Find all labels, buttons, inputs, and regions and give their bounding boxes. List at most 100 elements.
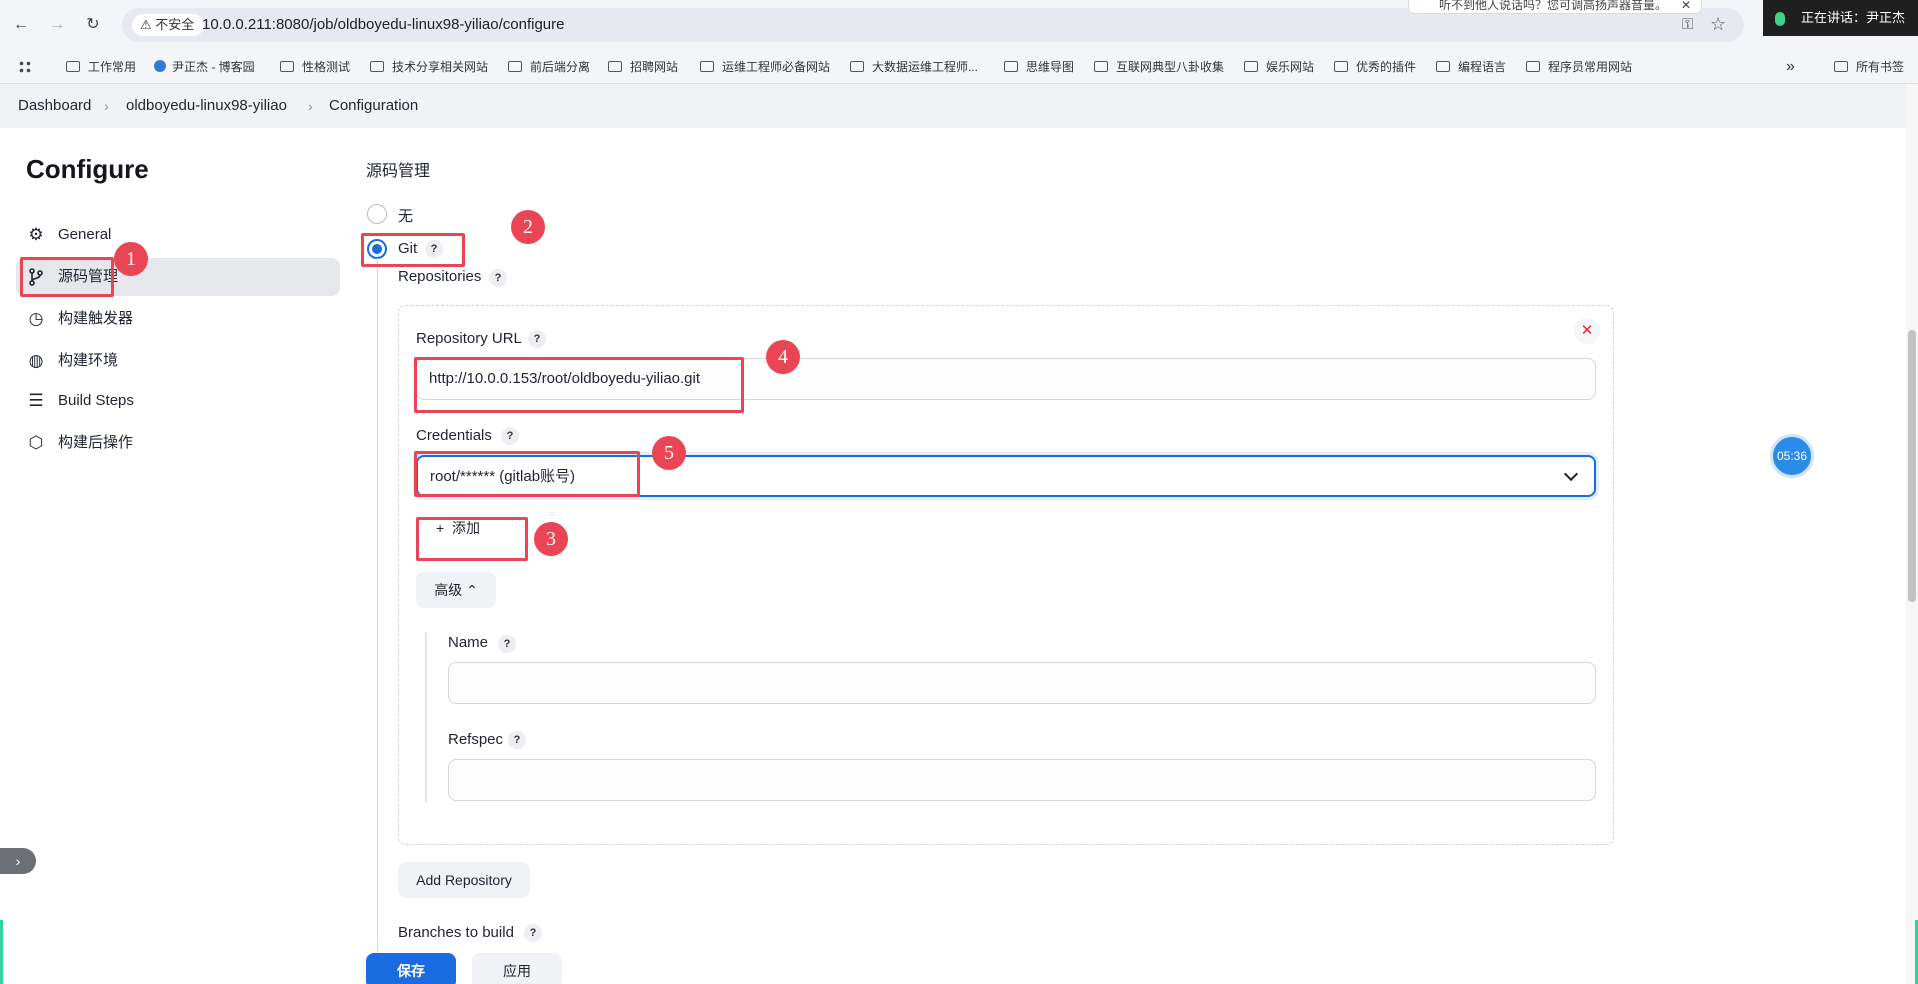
refspec-input[interactable] — [448, 759, 1596, 801]
screen-share-border — [0, 920, 3, 984]
speaker-name: 尹正杰 — [1866, 10, 1906, 25]
bookmarks-overflow-icon[interactable]: » — [1786, 50, 1795, 84]
folder-icon — [1094, 61, 1108, 72]
help-icon[interactable]: ? — [508, 731, 526, 749]
delete-repository-icon[interactable]: ✕ — [1574, 318, 1600, 344]
gear-icon: ⚙ — [28, 225, 44, 244]
chevron-up-icon: ⌃ — [466, 582, 478, 598]
help-icon[interactable]: ? — [498, 635, 516, 653]
folder-icon — [508, 61, 522, 72]
folder-icon — [66, 61, 80, 72]
bookmark-folder[interactable]: 工作常用 — [66, 50, 136, 84]
bookmark-folder[interactable]: 优秀的插件 — [1334, 50, 1416, 84]
folder-icon — [1834, 61, 1848, 72]
microphone-icon — [1775, 11, 1785, 26]
refspec-label: Refspec — [448, 731, 504, 748]
breadcrumb-configuration[interactable]: Configuration — [329, 84, 418, 128]
save-button[interactable]: 保存 — [366, 953, 456, 984]
bookmark-site[interactable]: 尹正杰 - 博客园 — [154, 50, 255, 84]
folder-icon — [1526, 61, 1540, 72]
sidebar-item-label: 构建后操作 — [58, 434, 134, 451]
advanced-guide — [425, 633, 427, 803]
help-icon[interactable]: ? — [524, 924, 542, 942]
reload-icon[interactable]: ↻ — [82, 14, 104, 36]
package-icon: ⬡ — [28, 433, 44, 452]
credentials-label: Credentials — [416, 427, 492, 444]
name-input[interactable] — [448, 662, 1596, 704]
breadcrumb-job[interactable]: oldboyedu-linux98-yiliao — [126, 84, 287, 128]
annotation-box-3 — [416, 517, 528, 561]
chevron-down-icon — [1563, 466, 1579, 482]
folder-icon — [280, 61, 294, 72]
folder-icon — [1436, 61, 1450, 72]
repository-url-label: Repository URL — [416, 330, 522, 347]
breadcrumb-separator-icon: › — [308, 98, 313, 114]
apply-button[interactable]: 应用 — [472, 953, 562, 984]
annotation-box-4 — [414, 357, 744, 413]
help-icon[interactable]: ? — [489, 269, 507, 287]
annotation-marker-1: 1 — [114, 242, 148, 276]
folder-icon — [370, 61, 384, 72]
bookmark-folder[interactable]: 技术分享相关网站 — [370, 50, 488, 84]
radio-none[interactable] — [367, 204, 387, 224]
bookmark-folder[interactable]: 大数据运维工程师... — [850, 50, 978, 84]
bookmarks-bar: 工作常用 尹正杰 - 博客园 性格测试 技术分享相关网站 前后端分离 招聘网站 … — [0, 50, 1918, 84]
breadcrumb-separator-icon: › — [104, 98, 109, 114]
bookmark-folder[interactable]: 招聘网站 — [608, 50, 678, 84]
folder-icon — [850, 61, 864, 72]
forward-icon[interactable]: → — [46, 14, 68, 36]
folder-icon — [700, 61, 714, 72]
bookmark-star-icon[interactable]: ☆ — [1710, 14, 1730, 34]
sidebar-item-triggers[interactable]: ◷ 构建触发器 — [16, 300, 340, 338]
recording-timer[interactable]: 05:36 — [1770, 434, 1814, 478]
annotation-marker-2: 2 — [511, 210, 545, 244]
bookmark-folder[interactable]: 编程语言 — [1436, 50, 1506, 84]
speaking-label: 正在讲话： — [1801, 10, 1867, 25]
bookmark-folder[interactable]: 运维工程师必备网站 — [700, 50, 830, 84]
password-key-icon[interactable]: ⚿ — [1682, 16, 1702, 34]
page-scrollbar-thumb[interactable] — [1908, 330, 1916, 602]
expand-panel-icon[interactable]: › — [0, 848, 36, 874]
apps-grid-icon[interactable] — [18, 60, 32, 74]
back-icon[interactable]: ← — [10, 14, 32, 36]
speaking-indicator: 正在讲话：尹正杰 — [1763, 0, 1918, 36]
sidebar-item-label: Build Steps — [58, 392, 134, 409]
annotation-marker-3: 3 — [534, 522, 568, 556]
radio-none-label[interactable]: 无 — [398, 205, 413, 226]
bookmark-folder[interactable]: 思维导图 — [1004, 50, 1074, 84]
bookmark-folder[interactable]: 前后端分离 — [508, 50, 590, 84]
section-title-scm: 源码管理 — [366, 163, 431, 180]
url-text[interactable]: 10.0.0.211:8080/job/oldboyedu-linux98-yi… — [202, 8, 564, 42]
repositories-label: Repositories — [398, 268, 482, 285]
page-title: Configure — [26, 154, 149, 184]
advanced-button[interactable]: 高级 ⌃ — [416, 572, 496, 608]
all-bookmarks[interactable]: 所有书签 — [1834, 50, 1904, 84]
help-icon[interactable]: ? — [528, 330, 546, 348]
git-options-guide — [377, 258, 378, 958]
advanced-label: 高级 — [434, 582, 463, 598]
folder-icon — [608, 61, 622, 72]
folder-icon — [1004, 61, 1018, 72]
folder-icon — [1244, 61, 1258, 72]
bookmark-folder[interactable]: 性格测试 — [280, 50, 350, 84]
help-icon[interactable]: ? — [501, 427, 519, 445]
sidebar-item-general[interactable]: ⚙ General — [16, 216, 340, 254]
browser-toolbar: ← → ↻ ⚠ 不安全 10.0.0.211:8080/job/oldboyed… — [0, 0, 1918, 50]
sidebar-item-label: General — [58, 226, 112, 243]
bookmark-folder[interactable]: 程序员常用网站 — [1526, 50, 1632, 84]
security-badge[interactable]: ⚠ 不安全 — [132, 14, 205, 36]
audio-hint-text: 听不到他人说话吗？您可调高扬声器音量。 — [1439, 0, 1668, 12]
globe-icon: ◍ — [28, 351, 44, 370]
bookmark-folder[interactable]: 互联网典型八卦收集 — [1094, 50, 1224, 84]
annotation-box-5 — [414, 451, 640, 497]
audio-hint-popup: 听不到他人说话吗？您可调高扬声器音量。 ✕ — [1408, 0, 1702, 14]
add-repository-button[interactable]: Add Repository — [398, 862, 530, 898]
security-label: 不安全 — [155, 17, 195, 32]
bookmark-folder[interactable]: 娱乐网站 — [1244, 50, 1314, 84]
sidebar-item-environment[interactable]: ◍ 构建环境 — [16, 342, 340, 380]
breadcrumb-dashboard[interactable]: Dashboard — [18, 84, 91, 128]
sidebar-item-post-build[interactable]: ⬡ 构建后操作 — [16, 424, 340, 462]
close-icon[interactable]: ✕ — [1681, 0, 1691, 11]
sidebar-item-label: 构建触发器 — [58, 310, 134, 327]
sidebar-item-build-steps[interactable]: ☰ Build Steps — [16, 382, 340, 420]
